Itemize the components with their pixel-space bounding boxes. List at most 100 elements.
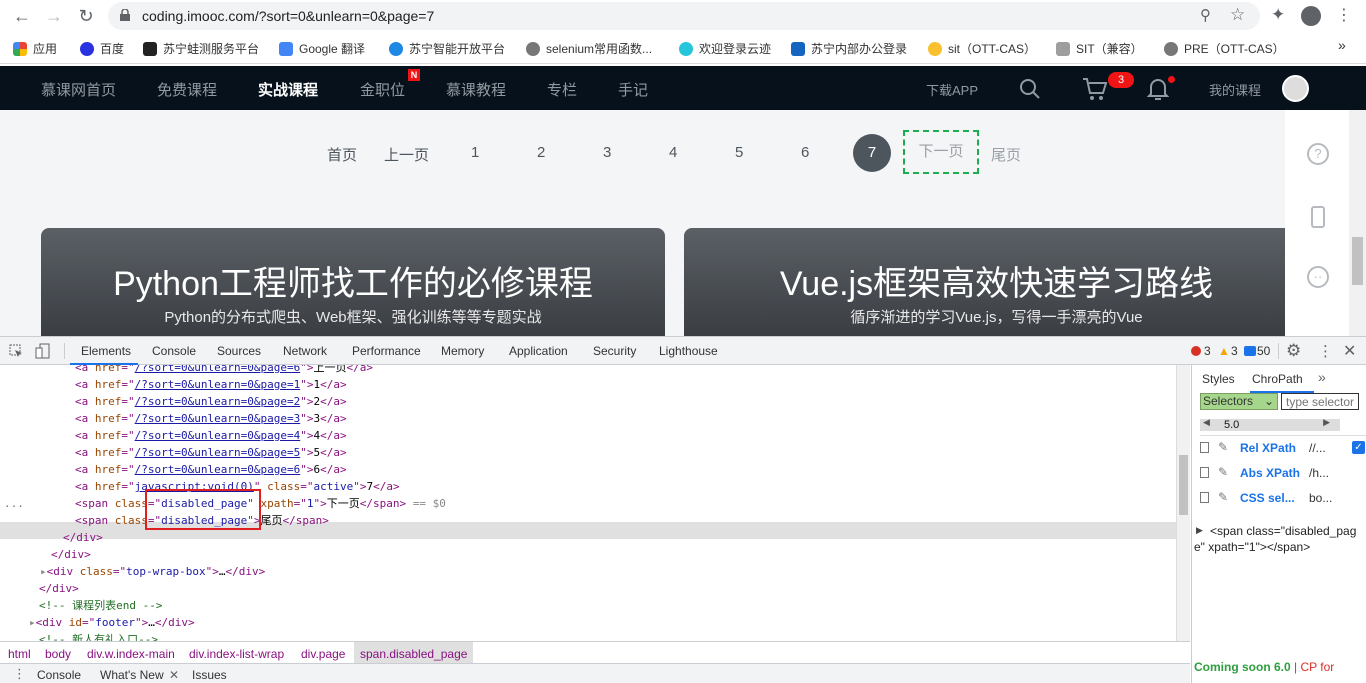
page-link[interactable]: 2	[537, 144, 545, 161]
more-options-icon[interactable]: ⋮	[1318, 342, 1333, 360]
dom-line[interactable]: <!-- 课程列表end -->	[39, 597, 162, 614]
tab-styles[interactable]: Styles	[1202, 372, 1235, 386]
copy-icon[interactable]	[1200, 467, 1209, 478]
dom-line[interactable]: <a href="/?sort=0&unlearn=0&page=4">4</a…	[75, 427, 347, 444]
course-banner[interactable]: Python工程师找工作的必修课程 Python的分布式爬虫、Web框架、强化训…	[41, 228, 665, 336]
tab-chropath[interactable]: ChroPath	[1252, 372, 1303, 386]
nav-practical-courses[interactable]: 实战课程	[258, 79, 318, 100]
help-icon[interactable]: ?	[1307, 143, 1329, 165]
nav-free-courses[interactable]: 免费课程	[157, 79, 217, 100]
page-scrollbar[interactable]	[1349, 110, 1366, 336]
selector-mode-dropdown[interactable]: Selectors ⌄	[1200, 393, 1278, 410]
tab-performance[interactable]: Performance	[352, 344, 421, 358]
bookmark-star-icon[interactable]: ☆	[1230, 5, 1245, 25]
version-slider[interactable]: ◀ 5.0 ▶	[1200, 417, 1340, 431]
inspect-icon[interactable]	[9, 344, 23, 358]
reload-icon[interactable]: ↻	[75, 5, 97, 27]
address-bar[interactable]: coding.imooc.com/?sort=0&unlearn=0&page=…	[108, 2, 1260, 30]
chevron-right-icon[interactable]: ▶	[1323, 417, 1330, 428]
dom-line[interactable]: </div>	[63, 529, 103, 546]
copy-icon[interactable]	[1200, 442, 1209, 453]
my-courses-link[interactable]: 我的课程	[1209, 80, 1261, 99]
warning-count[interactable]: 3	[1231, 344, 1238, 358]
more-tabs-icon[interactable]: »	[1318, 369, 1326, 385]
scrollbar-thumb[interactable]	[1179, 455, 1188, 515]
search-icon[interactable]	[1019, 78, 1041, 100]
page-last[interactable]: 尾页	[991, 144, 1021, 165]
page-first[interactable]: 首页	[327, 144, 357, 165]
tab-memory[interactable]: Memory	[441, 344, 484, 358]
dom-line[interactable]: ▸<div id="footer">…</div>	[29, 614, 195, 631]
bookmark-sit-cas[interactable]: sit（OTT-CAS）	[928, 40, 1036, 57]
matched-node-preview[interactable]: <span class="disabled_page" xpath="1"></…	[1194, 523, 1364, 555]
dom-line[interactable]: ▸<div class="top-wrap-box">…</div>	[40, 563, 265, 580]
breadcrumb-item[interactable]: body	[45, 647, 71, 661]
extensions-icon[interactable]: ✦	[1271, 5, 1285, 25]
nav-tutorials[interactable]: 慕课教程	[446, 79, 506, 100]
dom-scrollbar[interactable]	[1176, 365, 1190, 641]
page-link[interactable]: 3	[603, 144, 611, 161]
tab-elements[interactable]: Elements	[81, 344, 131, 358]
scrollbar-thumb[interactable]	[1352, 237, 1363, 285]
bookmark-apps[interactable]: 应用	[13, 40, 57, 57]
dom-line[interactable]: <a href="/?sort=0&unlearn=0&page=6">6</a…	[75, 461, 347, 478]
tab-application[interactable]: Application	[509, 344, 568, 358]
forward-icon[interactable]: →	[43, 5, 65, 27]
profile-icon[interactable]	[1301, 6, 1321, 26]
avatar[interactable]	[1282, 75, 1309, 102]
bookmarks-more[interactable]: »	[1338, 37, 1346, 53]
page-current[interactable]: 7	[853, 134, 891, 172]
dom-line[interactable]: <!-- 新人有礼入口-->	[39, 631, 158, 641]
breadcrumb-item[interactable]: div.w.index-main	[87, 647, 175, 661]
cart-icon[interactable]	[1082, 77, 1108, 101]
bookmark-google-translate[interactable]: Google 翻译	[279, 40, 365, 57]
dom-line[interactable]: <a href="/?sort=0&unlearn=0&page=1">1</a…	[75, 376, 347, 393]
page-prev[interactable]: 上一页	[384, 144, 429, 165]
settings-gear-icon[interactable]: ⚙	[1286, 341, 1301, 361]
checkbox[interactable]: ✓	[1352, 441, 1365, 454]
bookmark-baidu[interactable]: 百度	[80, 40, 124, 57]
device-toolbar-icon[interactable]	[35, 343, 51, 359]
chevron-left-icon[interactable]: ◀	[1203, 417, 1210, 428]
dom-line[interactable]: <a href="/?sort=0&unlearn=0&page=6">上一页<…	[75, 365, 373, 376]
selector-input[interactable]	[1281, 393, 1359, 410]
tab-security[interactable]: Security	[593, 344, 636, 358]
bookmark-suning-open[interactable]: 苏宁智能开放平台	[389, 40, 505, 57]
dom-line[interactable]: <a href="/?sort=0&unlearn=0&page=2">2</a…	[75, 393, 347, 410]
bookmark-yunji[interactable]: 欢迎登录云迹	[679, 40, 771, 57]
phone-icon[interactable]	[1311, 206, 1325, 228]
back-icon[interactable]: ←	[11, 5, 33, 27]
nav-home[interactable]: 慕课网首页	[41, 79, 116, 100]
zoom-icon[interactable]: ⚲	[1200, 6, 1211, 24]
drawer-tab-issues[interactable]: Issues	[192, 668, 227, 682]
course-banner[interactable]: Vue.js框架高效快速学习路线 循序渐进的学习Vue.js，写得一手漂亮的Vu…	[684, 228, 1285, 336]
tab-network[interactable]: Network	[283, 344, 327, 358]
dom-line[interactable]: </div>	[39, 580, 79, 597]
chat-icon[interactable]: ··	[1307, 266, 1329, 288]
nav-columns[interactable]: 专栏	[547, 79, 577, 100]
dom-line[interactable]: <a href="/?sort=0&unlearn=0&page=3">3</a…	[75, 410, 347, 427]
breadcrumb-item-selected[interactable]: span.disabled_page	[354, 642, 474, 663]
edit-icon[interactable]: ✎	[1218, 465, 1228, 479]
bookmark-sit-compat[interactable]: SIT（兼容）	[1056, 40, 1143, 57]
message-count[interactable]: 50	[1257, 344, 1270, 358]
bookmark-suning-test[interactable]: 苏宁蛙测服务平台	[143, 40, 259, 57]
node-options-icon[interactable]: ...	[4, 495, 24, 512]
page-link[interactable]: 5	[735, 144, 743, 161]
bookmark-selenium[interactable]: selenium常用函数...	[526, 40, 652, 57]
drawer-tab-console[interactable]: Console	[37, 668, 81, 682]
download-app-link[interactable]: 下载APP	[926, 80, 978, 99]
close-icon[interactable]: ✕	[1343, 341, 1356, 361]
copy-icon[interactable]	[1200, 492, 1209, 503]
drawer-tab-whats-new[interactable]: What's New	[100, 668, 164, 682]
tab-console[interactable]: Console	[152, 344, 196, 358]
bookmark-pre-cas[interactable]: PRE（OTT-CAS）	[1164, 40, 1285, 57]
breadcrumb-item[interactable]: div.page	[301, 647, 345, 661]
dom-line[interactable]: <a href="/?sort=0&unlearn=0&page=5">5</a…	[75, 444, 347, 461]
bookmark-suning-office[interactable]: 苏宁内部办公登录	[791, 40, 907, 57]
dom-line[interactable]: </div>	[51, 546, 91, 563]
page-link[interactable]: 6	[801, 144, 809, 161]
menu-icon[interactable]: ⋮	[1336, 5, 1352, 25]
close-icon[interactable]: ✕	[169, 668, 179, 682]
breadcrumb-item[interactable]: html	[8, 647, 31, 661]
